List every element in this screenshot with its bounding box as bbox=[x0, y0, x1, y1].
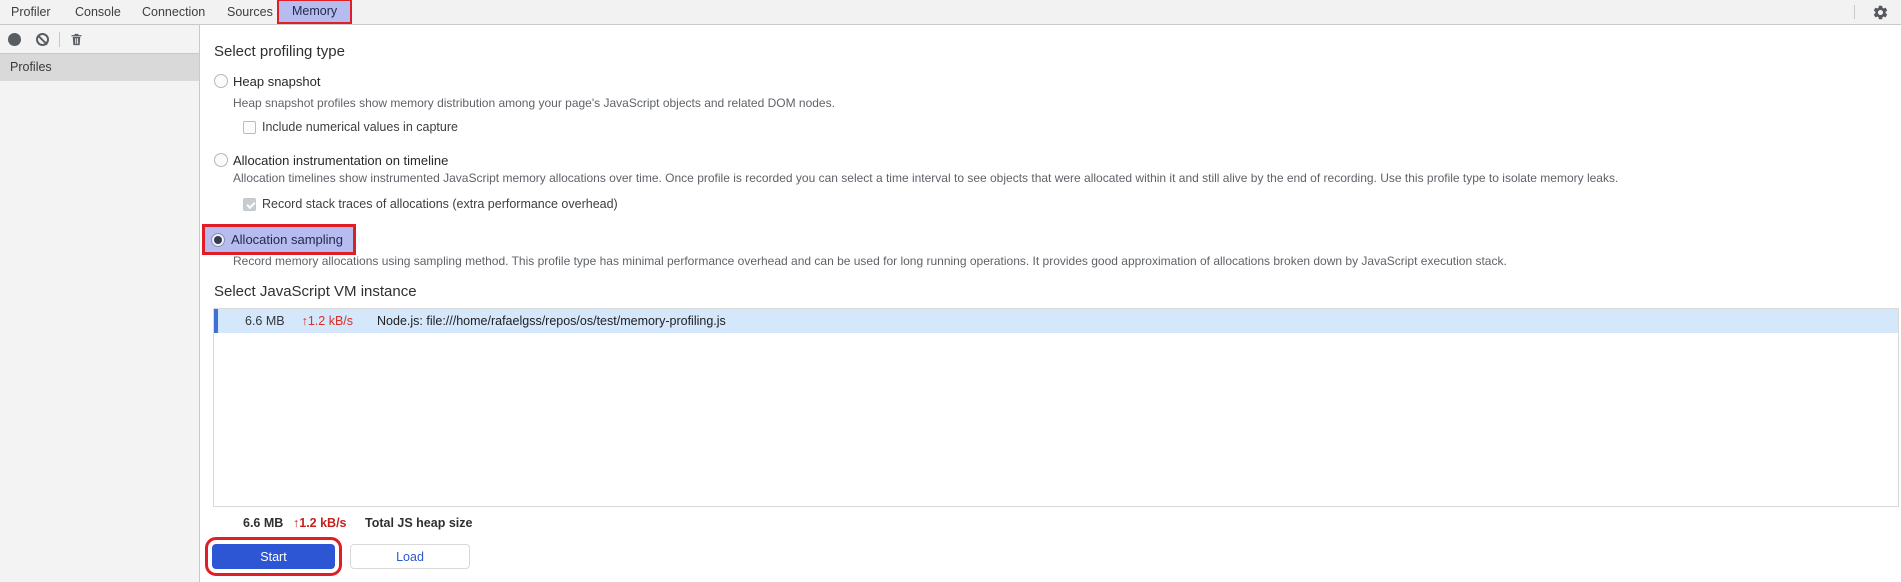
profiles-section-header: Profiles bbox=[0, 54, 199, 81]
checkbox-record-stack-traces[interactable] bbox=[243, 198, 256, 211]
toolbar-separator bbox=[59, 32, 60, 47]
profiles-sidebar: Profiles bbox=[0, 25, 200, 582]
total-heap-size-label: Total JS heap size bbox=[365, 516, 473, 530]
tab-memory[interactable]: Memory bbox=[276, 0, 353, 24]
trash-icon[interactable] bbox=[69, 32, 84, 47]
total-allocation-rate: ↑1.2 kB/s bbox=[293, 516, 347, 530]
heap-snapshot-description: Heap snapshot profiles show memory distr… bbox=[233, 96, 835, 110]
vm-allocation-rate: ↑1.2 kB/s bbox=[301, 314, 354, 328]
radio-allocation-sampling-label[interactable]: Allocation sampling bbox=[231, 232, 343, 247]
vm-instance-heading: Select JavaScript VM instance bbox=[214, 283, 417, 300]
total-heap-size: 6.6 MB bbox=[243, 516, 284, 530]
record-icon[interactable] bbox=[8, 33, 21, 46]
radio-allocation-instrumentation[interactable] bbox=[214, 153, 228, 167]
clear-icon[interactable] bbox=[36, 33, 49, 46]
tab-profiler[interactable]: Profiler bbox=[11, 0, 51, 24]
tab-sources[interactable]: Sources bbox=[227, 0, 273, 24]
vm-heap-size: 6.6 MB bbox=[245, 314, 285, 328]
radio-allocation-instrumentation-label[interactable]: Allocation instrumentation on timeline bbox=[233, 153, 448, 168]
checkbox-include-numerical-values[interactable] bbox=[243, 121, 256, 134]
radio-heap-snapshot-label[interactable]: Heap snapshot bbox=[233, 74, 320, 89]
tab-connection[interactable]: Connection bbox=[142, 0, 205, 24]
checkbox-include-numerical-values-label[interactable]: Include numerical values in capture bbox=[262, 120, 458, 134]
radio-allocation-sampling[interactable] bbox=[211, 232, 225, 247]
gear-icon[interactable] bbox=[1872, 4, 1889, 21]
radio-heap-snapshot[interactable] bbox=[214, 74, 228, 88]
allocation-instrumentation-description: Allocation timelines show instrumented J… bbox=[233, 171, 1619, 185]
vm-instance-name: Node.js: file:///home/rafaelgss/repos/os… bbox=[377, 314, 726, 328]
devtools-tabbar: Profiler Console Connection Sources Memo… bbox=[0, 0, 1901, 25]
tabbar-separator bbox=[1854, 5, 1855, 19]
allocation-sampling-description: Record memory allocations using sampling… bbox=[233, 254, 1507, 268]
profiling-type-heading: Select profiling type bbox=[214, 43, 345, 60]
checkbox-record-stack-traces-label[interactable]: Record stack traces of allocations (extr… bbox=[262, 197, 618, 211]
memory-panel-main: Select profiling type Heap snapshot Heap… bbox=[200, 25, 1901, 582]
memory-toolbar bbox=[0, 25, 199, 54]
radio-allocation-sampling-highlight[interactable]: Allocation sampling bbox=[201, 224, 357, 255]
vm-instance-row[interactable]: 6.6 MB ↑1.2 kB/s Node.js: file:///home/r… bbox=[214, 309, 1898, 333]
tab-console[interactable]: Console bbox=[75, 0, 121, 24]
load-button[interactable]: Load bbox=[350, 544, 470, 569]
start-button[interactable]: Start bbox=[205, 537, 342, 576]
vm-instance-list: 6.6 MB ↑1.2 kB/s Node.js: file:///home/r… bbox=[213, 308, 1899, 507]
